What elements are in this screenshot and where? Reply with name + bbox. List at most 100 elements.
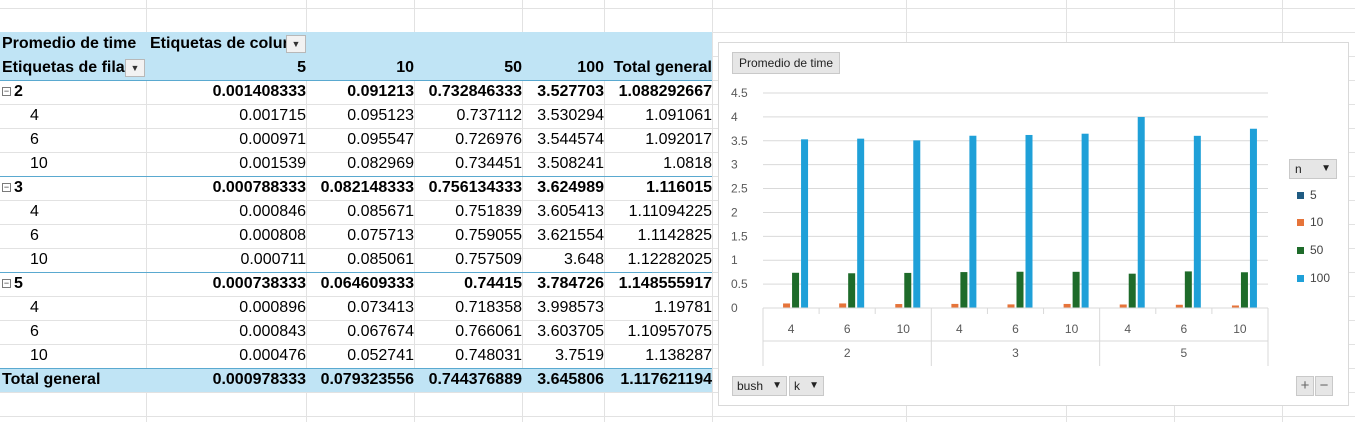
value-cell[interactable]: 0.067674 <box>306 320 414 344</box>
value-cell[interactable]: 0.751839 <box>414 200 522 224</box>
value-cell[interactable]: 0.000711 <box>146 248 306 272</box>
grand-total-cell[interactable]: 3.645806 <box>522 369 604 393</box>
group-subtotal-cell[interactable]: 0.000788333 <box>146 177 306 201</box>
child-row[interactable]: 6 0.000843 0.067674 0.766061 3.603705 1.10957… <box>0 320 712 344</box>
value-cell[interactable]: 3.7519 <box>522 344 604 368</box>
value-cell[interactable]: 0.073413 <box>306 296 414 320</box>
value-cell[interactable]: 1.1142825 <box>604 224 712 248</box>
value-field-header[interactable]: Promedio de time <box>0 32 146 56</box>
value-cell[interactable]: 0.095547 <box>306 128 414 152</box>
group-subtotal-cell[interactable]: 1.116015 <box>604 177 712 201</box>
row-label[interactable]: 4 <box>0 104 146 128</box>
value-cell[interactable]: 1.0818 <box>604 152 712 176</box>
value-cell[interactable]: 0.737112 <box>414 104 522 128</box>
row-filter-dropdown[interactable]: ▼ <box>125 59 145 77</box>
group-subtotal-cell[interactable]: 3.527703 <box>522 81 604 105</box>
value-cell[interactable]: 3.621554 <box>522 224 604 248</box>
value-cell[interactable]: 1.138287 <box>604 344 712 368</box>
value-cell[interactable]: 0.085061 <box>306 248 414 272</box>
group-subtotal-cell[interactable]: 0.756134333 <box>414 177 522 201</box>
collapse-icon[interactable]: − <box>2 279 11 289</box>
value-cell[interactable]: 0.000971 <box>146 128 306 152</box>
child-row[interactable]: 4 0.000846 0.085671 0.751839 3.605413 1.11094… <box>0 200 712 224</box>
value-cell[interactable]: 3.544574 <box>522 128 604 152</box>
grand-total-cell[interactable]: 0.079323556 <box>306 369 414 393</box>
group-subtotal-cell[interactable]: 3.624989 <box>522 177 604 201</box>
pivot-chart[interactable]: Promedio de time 0 0.5 1 1.5 2 2.5 3 3.5 4 4.5 4 6 1… <box>718 42 1349 406</box>
legend-field-button[interactable]: n ▼ <box>1289 159 1337 179</box>
grand-total-row[interactable]: Total general 0.000978333 0.079323556 0.… <box>0 368 712 392</box>
collapse-icon[interactable]: − <box>2 87 11 97</box>
group-row[interactable]: −2 0.001408333 0.091213 0.732846333 3.527703… <box>0 80 712 104</box>
row-label[interactable]: 6 <box>0 320 146 344</box>
child-row[interactable]: 4 0.000896 0.073413 0.718358 3.998573 1.19781 <box>0 296 712 320</box>
value-cell[interactable]: 1.10957075 <box>604 320 712 344</box>
group-subtotal-cell[interactable]: 0.064609333 <box>306 273 414 297</box>
value-cell[interactable]: 0.766061 <box>414 320 522 344</box>
child-row[interactable]: 6 0.000808 0.075713 0.759055 3.621554 1.11428… <box>0 224 712 248</box>
value-cell[interactable]: 0.001715 <box>146 104 306 128</box>
child-row[interactable]: 6 0.000971 0.095547 0.726976 3.544574 1.09201… <box>0 128 712 152</box>
row-label[interactable]: 10 <box>0 152 146 176</box>
value-cell[interactable]: 0.000846 <box>146 200 306 224</box>
collapse-button[interactable]: − <box>1315 376 1333 396</box>
value-cell[interactable]: 0.082969 <box>306 152 414 176</box>
value-cell[interactable]: 3.648 <box>522 248 604 272</box>
value-cell[interactable]: 0.052741 <box>306 344 414 368</box>
value-cell[interactable]: 3.998573 <box>522 296 604 320</box>
value-cell[interactable]: 1.092017 <box>604 128 712 152</box>
pivot-table[interactable]: Promedio de time Etiquetas de colum ▼ Et… <box>0 32 712 392</box>
value-cell[interactable]: 0.085671 <box>306 200 414 224</box>
value-cell[interactable]: 0.075713 <box>306 224 414 248</box>
row-label[interactable]: 10 <box>0 344 146 368</box>
value-cell[interactable]: 0.748031 <box>414 344 522 368</box>
value-cell[interactable]: 0.726976 <box>414 128 522 152</box>
value-cell[interactable]: 3.530294 <box>522 104 604 128</box>
group-label[interactable]: −3 <box>0 177 146 201</box>
group-subtotal-cell[interactable]: 0.091213 <box>306 81 414 105</box>
value-cell[interactable]: 1.11094225 <box>604 200 712 224</box>
value-cell[interactable]: 0.000896 <box>146 296 306 320</box>
row-label[interactable]: 4 <box>0 200 146 224</box>
group-label[interactable]: −2 <box>0 81 146 105</box>
row-label[interactable]: 4 <box>0 296 146 320</box>
group-subtotal-cell[interactable]: 0.732846333 <box>414 81 522 105</box>
value-cell[interactable]: 3.508241 <box>522 152 604 176</box>
group-row[interactable]: −5 0.000738333 0.064609333 0.74415 3.784726 1… <box>0 272 712 296</box>
group-subtotal-cell[interactable]: 3.784726 <box>522 273 604 297</box>
group-subtotal-cell[interactable]: 0.000738333 <box>146 273 306 297</box>
value-cell[interactable]: 0.000843 <box>146 320 306 344</box>
grand-total-cell[interactable]: 1.117621194 <box>604 369 712 393</box>
group-subtotal-cell[interactable]: 1.088292667 <box>604 81 712 105</box>
group-label[interactable]: −5 <box>0 273 146 297</box>
row-label[interactable]: 6 <box>0 128 146 152</box>
child-row[interactable]: 10 0.000476 0.052741 0.748031 3.7519 1.138287 <box>0 344 712 368</box>
group-subtotal-cell[interactable]: 0.001408333 <box>146 81 306 105</box>
value-cell[interactable]: 0.757509 <box>414 248 522 272</box>
group-subtotal-cell[interactable]: 1.148555917 <box>604 273 712 297</box>
grand-total-cell[interactable]: 0.000978333 <box>146 369 306 393</box>
axis-field-button-bush[interactable]: bush ▼ <box>732 376 787 396</box>
child-row[interactable]: 4 0.001715 0.095123 0.737112 3.530294 1.09106… <box>0 104 712 128</box>
group-subtotal-cell[interactable]: 0.082148333 <box>306 177 414 201</box>
column-filter-dropdown[interactable]: ▼ <box>286 35 306 53</box>
grand-total-cell[interactable]: 0.744376889 <box>414 369 522 393</box>
value-cell[interactable]: 0.001539 <box>146 152 306 176</box>
value-cell[interactable]: 0.000808 <box>146 224 306 248</box>
expand-button[interactable]: + <box>1296 376 1314 396</box>
value-cell[interactable]: 1.091061 <box>604 104 712 128</box>
child-row[interactable]: 10 0.001539 0.082969 0.734451 3.508241 1.0818 <box>0 152 712 176</box>
value-cell[interactable]: 1.12282025 <box>604 248 712 272</box>
child-row[interactable]: 10 0.000711 0.085061 0.757509 3.648 1.1228202… <box>0 248 712 272</box>
value-cell[interactable]: 0.000476 <box>146 344 306 368</box>
row-label[interactable]: 6 <box>0 224 146 248</box>
value-cell[interactable]: 0.734451 <box>414 152 522 176</box>
group-row[interactable]: −3 0.000788333 0.082148333 0.756134333 3.624… <box>0 176 712 200</box>
collapse-icon[interactable]: − <box>2 183 11 193</box>
column-labels-header[interactable]: Etiquetas de colum <box>150 32 290 56</box>
value-cell[interactable]: 0.718358 <box>414 296 522 320</box>
group-subtotal-cell[interactable]: 0.74415 <box>414 273 522 297</box>
value-cell[interactable]: 3.603705 <box>522 320 604 344</box>
value-cell[interactable]: 0.095123 <box>306 104 414 128</box>
value-cell[interactable]: 3.605413 <box>522 200 604 224</box>
